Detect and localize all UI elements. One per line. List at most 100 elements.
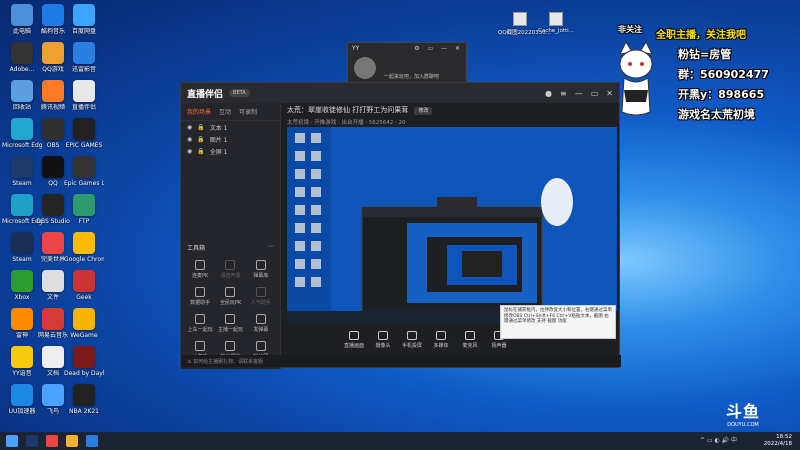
file-icon xyxy=(549,12,563,26)
tool-icon xyxy=(225,260,236,270)
desktop-icon[interactable]: Dead by Daylight xyxy=(64,346,104,377)
tool-item[interactable]: 全民玩PK xyxy=(215,285,245,306)
app-icon xyxy=(42,194,64,216)
tool-label: 发弹幕 xyxy=(253,327,269,333)
app-icon xyxy=(11,4,33,26)
edit-title-button[interactable]: 修改 xyxy=(414,107,433,115)
control-label: 多媒体 xyxy=(433,343,449,349)
tool-item[interactable]: 语音开黑 xyxy=(215,258,245,279)
yy-window[interactable]: YY ⚙ ▭ — ✕ 一起来玩吧，加入群聊吧 xyxy=(347,42,467,84)
desktop-file-icon[interactable]: Cache_jotti... xyxy=(534,12,578,34)
control-button[interactable]: 摄像头 xyxy=(371,331,395,349)
system-tray-icons[interactable]: ^ ▭ ◐ 🔊 中 xyxy=(700,435,760,447)
douyu-watermark: 斗鱼 DOUYU.COM xyxy=(726,398,760,428)
desktop-icon[interactable]: WeGame xyxy=(64,308,104,339)
douyu-logo: 斗鱼 xyxy=(725,402,760,421)
scene-label: 图片 1 xyxy=(209,136,228,144)
scene-item[interactable]: ◉ 🔒 文本 1 xyxy=(181,121,280,133)
desktop-icon[interactable]: Geek xyxy=(64,270,104,301)
tool-item[interactable]: 发弹幕 xyxy=(246,312,276,333)
app-icon xyxy=(73,80,95,102)
tab-scenes[interactable]: 我的场景 xyxy=(187,107,211,116)
status-text[interactable]: 如何给主播刷礼物、请联系客服 xyxy=(193,359,263,365)
eye-icon[interactable]: ◉ xyxy=(187,124,192,131)
tool-icon xyxy=(255,287,266,297)
stream-preview[interactable] xyxy=(287,127,617,323)
room-info: 太荒：翠崖收徒修仙 打打野工为问果茸 修改 太荒初境 · 开推游戏 · 出台开播… xyxy=(287,105,617,126)
tool-item[interactable]: 人气助手 xyxy=(246,285,276,306)
app-icon xyxy=(11,80,33,102)
tool-label: 弹幕库 xyxy=(253,273,269,279)
lock-icon[interactable]: 🔒 xyxy=(197,124,204,131)
desktop-icon[interactable]: EPIC GAMES xyxy=(64,118,104,149)
tab-record[interactable]: 可录制 xyxy=(239,107,257,116)
eye-icon[interactable]: ◉ xyxy=(187,136,192,143)
maximize-icon[interactable]: ▭ xyxy=(591,89,599,98)
lock-icon[interactable]: 🔒 xyxy=(197,136,204,143)
control-icon xyxy=(436,331,446,340)
tool-item[interactable]: 连麦PK xyxy=(185,258,215,279)
window-controls[interactable]: ⚙ ▭ — ✕ xyxy=(414,45,463,52)
desktop-icon[interactable]: FTP xyxy=(64,194,104,225)
toolbox-header: 工具箱 ⋯ xyxy=(187,243,274,252)
minimize-icon[interactable]: — xyxy=(575,89,583,98)
app-icon xyxy=(73,346,95,368)
overlay-prefix: 非关注 xyxy=(618,25,642,34)
folder-icon[interactable] xyxy=(66,435,78,447)
scene-item[interactable]: ◉ 🔒 图片 1 xyxy=(181,133,280,145)
overlay-line3: 群：560902477 xyxy=(678,68,769,81)
toolbox-grid: 连麦PK语音开黑弹幕库数据助手全民玩PK人气助手上车一起玩主播一起玩发弹幕小游戏… xyxy=(185,258,276,360)
room-title: 太荒：翠崖收徒修仙 打打野工为问果茸 xyxy=(287,106,409,114)
control-button[interactable]: 直播画面 xyxy=(342,331,366,349)
control-button[interactable]: 麦克风 xyxy=(458,331,482,349)
tool-item[interactable]: 弹幕库 xyxy=(246,258,276,279)
lock-icon[interactable]: 🔒 xyxy=(197,148,204,155)
desktop-icon[interactable]: 迅雷影音 xyxy=(64,42,104,73)
desktop-icon-label: Google Chrome xyxy=(64,256,104,263)
desktop-icon[interactable]: 百度网盘 xyxy=(64,4,104,35)
app-titlebar[interactable]: 直播伴侣 BETA ● ≡ — ▭ ✕ xyxy=(181,83,619,103)
desktop-icon-label: Epic Games Launcher xyxy=(64,180,104,187)
desktop-icon-label: WeGame xyxy=(70,332,98,339)
app-icon[interactable] xyxy=(86,435,98,447)
app-icon xyxy=(73,118,95,140)
browser-icon[interactable] xyxy=(46,435,58,447)
version-badge[interactable]: BETA xyxy=(229,89,250,97)
control-icon xyxy=(349,331,359,340)
desktop-icon-label: 迅雷影音 xyxy=(71,66,96,73)
clock-date: 2022/4/18 xyxy=(763,441,792,447)
more-icon[interactable]: ⋯ xyxy=(268,243,274,252)
tool-icon xyxy=(255,260,266,270)
desktop-icon[interactable]: NBA 2K21 xyxy=(64,384,104,415)
eye-icon[interactable]: ◉ xyxy=(187,148,192,155)
tool-item[interactable]: 上车一起玩 xyxy=(185,312,215,333)
desktop-icon[interactable]: Google Chrome xyxy=(64,232,104,263)
desktop-icon[interactable]: Epic Games Launcher xyxy=(64,156,104,187)
app-icon xyxy=(11,308,33,330)
app-icon xyxy=(11,194,33,216)
desktop-icon[interactable]: 直播伴侣 xyxy=(64,80,104,111)
tool-label: 上车一起玩 xyxy=(187,327,213,333)
titlebar-controls[interactable]: ● ≡ — ▭ ✕ xyxy=(545,89,613,98)
clock[interactable]: 18:52 2022/4/18 xyxy=(764,434,792,448)
windows-start-icon[interactable] xyxy=(6,435,18,447)
control-icon xyxy=(465,331,475,340)
tool-icon xyxy=(255,314,266,324)
avatar[interactable]: ● xyxy=(545,89,552,98)
control-button[interactable]: 多媒体 xyxy=(429,331,453,349)
control-button[interactable]: 手机投屏 xyxy=(400,331,424,349)
image-file-icon xyxy=(513,12,527,26)
yy-message: 一起来玩吧，加入群聊吧 xyxy=(384,74,440,80)
tool-item[interactable]: 数据助手 xyxy=(185,285,215,306)
app-icon xyxy=(42,118,64,140)
control-label: 手机投屏 xyxy=(401,343,422,349)
scene-item[interactable]: ◉ 🔒 全屏 1 xyxy=(181,145,280,157)
steam-icon[interactable] xyxy=(26,435,38,447)
overlay-headline: 全职主播，关注我吧 xyxy=(656,30,746,41)
tool-item[interactable]: 主播一起玩 xyxy=(215,312,245,333)
control-icon xyxy=(378,331,388,340)
app-icon xyxy=(42,384,64,406)
app-icon xyxy=(11,270,33,292)
tab-interact[interactable]: 互动 xyxy=(219,107,231,116)
menu-icon[interactable]: ≡ xyxy=(560,89,567,98)
